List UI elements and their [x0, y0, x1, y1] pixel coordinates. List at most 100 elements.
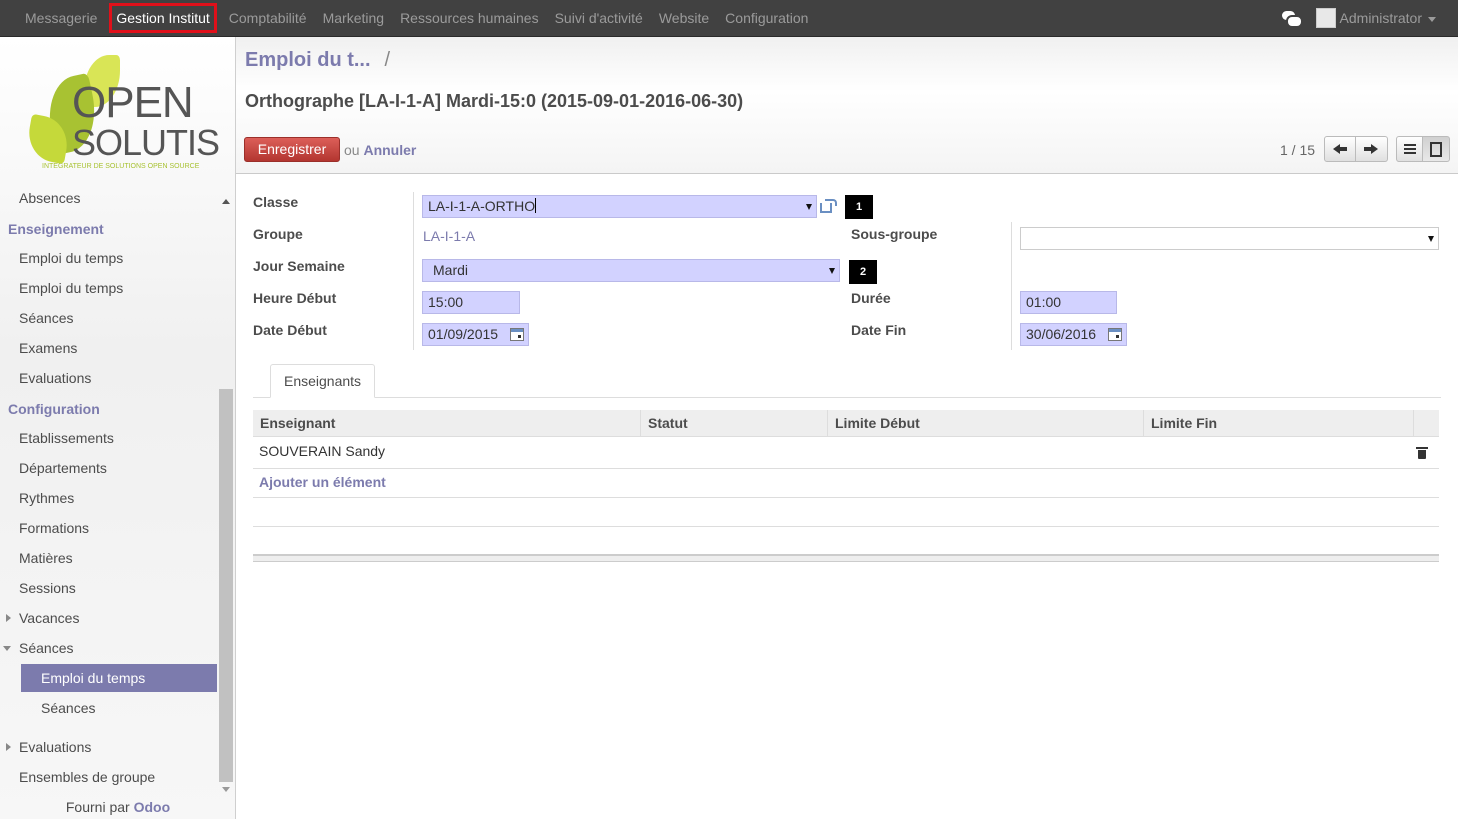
- sidebar-item-label: Séances: [19, 640, 74, 656]
- sidebar-item-emploi-du-temps-selected[interactable]: Emploi du temps: [21, 664, 217, 692]
- sidebar-item-sessions[interactable]: Sessions: [0, 573, 218, 603]
- top-menu: Messagerie Gestion Institut Comptabilité…: [17, 0, 816, 36]
- annotation-badge-1: 1: [845, 195, 873, 219]
- groupe-value[interactable]: LA-I-1-A: [423, 228, 475, 244]
- scroll-up-icon[interactable]: [222, 199, 230, 204]
- table-footer: [253, 554, 1439, 562]
- pager-counter: 1 / 15: [1280, 142, 1316, 158]
- calendar-icon[interactable]: [510, 328, 524, 341]
- sidebar-menu: Absences Enseignement Emploi du temps Em…: [0, 183, 218, 792]
- sous-groupe-select[interactable]: [1020, 227, 1439, 250]
- duree-input[interactable]: 01:00: [1020, 291, 1117, 314]
- sidebar-scrollbar[interactable]: [218, 189, 234, 799]
- enseignants-table: Enseignant Statut Limite Début Limite Fi…: [253, 410, 1439, 562]
- powered-by-label: Fourni par: [65, 799, 134, 815]
- sidebar-item-emploi-du-temps[interactable]: Emploi du temps: [0, 243, 218, 273]
- page-title: Orthographe [LA-I-1-A] Mardi-15:0 (2015-…: [245, 91, 744, 111]
- sidebar-item-label: Vacances: [19, 610, 80, 626]
- sidebar-item-seances[interactable]: Séances: [0, 303, 218, 333]
- breadcrumb-separator: /: [384, 49, 391, 71]
- annotation-badge-2: 2: [849, 260, 877, 284]
- list-view-button[interactable]: [1396, 136, 1423, 162]
- sidebar-item-matieres[interactable]: Matières: [0, 543, 218, 573]
- text-cursor: [535, 198, 537, 213]
- save-button[interactable]: Enregistrer: [244, 137, 340, 162]
- column-header-limite-debut[interactable]: Limite Début: [828, 410, 1144, 437]
- chevron-right-icon: [6, 614, 11, 622]
- column-header-limite-fin[interactable]: Limite Fin: [1144, 410, 1414, 437]
- cancel-area: ou Annuler: [344, 142, 416, 158]
- date-debut-value: 01/09/2015: [428, 326, 499, 342]
- external-link-arrow-shape: [825, 199, 837, 206]
- cancel-button[interactable]: Annuler: [363, 142, 416, 158]
- sidebar-item-absences[interactable]: Absences: [0, 183, 218, 213]
- logo-text-line1: OPEN: [72, 78, 194, 127]
- add-item-link[interactable]: Ajouter un élément: [253, 469, 1439, 498]
- logo-text-line2: SOLUTIS: [72, 122, 220, 163]
- chat-icon[interactable]: [1281, 11, 1303, 28]
- menu-marketing[interactable]: Marketing: [315, 0, 392, 36]
- sidebar-item-departements[interactable]: Départements: [0, 453, 218, 483]
- form-header: Emploi du t... / Orthographe [LA-I-1-A] M…: [236, 37, 1458, 174]
- breadcrumb-link[interactable]: Emploi du t...: [245, 49, 371, 71]
- table-row[interactable]: SOUVERAIN Sandy: [253, 437, 1439, 469]
- sidebar-item-seances-child[interactable]: Séances: [0, 693, 218, 723]
- heure-debut-input[interactable]: 15:00: [422, 291, 520, 314]
- sidebar-item-etablissements[interactable]: Etablissements: [0, 423, 218, 453]
- date-debut-input[interactable]: 01/09/2015: [422, 323, 529, 346]
- date-fin-input[interactable]: 30/06/2016: [1020, 323, 1127, 346]
- menu-suivi-activite[interactable]: Suivi d'activité: [547, 0, 651, 36]
- date-fin-value: 30/06/2016: [1026, 326, 1097, 342]
- table-header: Enseignant Statut Limite Début Limite Fi…: [253, 410, 1439, 437]
- empty-row: [253, 498, 1439, 527]
- form-view-button[interactable]: [1423, 136, 1450, 162]
- dropdown-caret-icon[interactable]: [829, 268, 835, 274]
- sidebar-item-emploi-du-temps-2[interactable]: Emploi du temps: [0, 273, 218, 303]
- odoo-link[interactable]: Odoo: [134, 799, 171, 815]
- column-header-statut[interactable]: Statut: [641, 410, 828, 437]
- sidebar-item-rythmes[interactable]: Rythmes: [0, 483, 218, 513]
- calendar-icon[interactable]: [1108, 328, 1122, 341]
- sidebar-item-evaluations[interactable]: Evaluations: [0, 363, 218, 393]
- heure-debut-label: Heure Début: [253, 290, 337, 306]
- column-divider: [1011, 222, 1012, 350]
- jour-semaine-select[interactable]: Mardi: [422, 259, 840, 282]
- sidebar-item-examens[interactable]: Examens: [0, 333, 218, 363]
- sidebar-footer: Fourni par Odoo: [0, 799, 235, 815]
- logo-tagline: INTEGRATEUR DE SOLUTIONS OPEN SOURCE: [42, 163, 200, 170]
- classe-label: Classe: [253, 194, 299, 210]
- sidebar-item-formations[interactable]: Formations: [0, 513, 218, 543]
- sidebar-item-ensembles-de-groupe[interactable]: Ensembles de groupe: [0, 762, 218, 792]
- sidebar-item-label: Evaluations: [19, 739, 92, 755]
- chevron-down-icon: [1428, 16, 1436, 22]
- dropdown-caret-icon[interactable]: [806, 204, 812, 210]
- menu-messagerie[interactable]: Messagerie: [17, 0, 105, 36]
- tab-enseignants[interactable]: Enseignants: [270, 364, 376, 398]
- sidebar: OPEN SOLUTIS INTEGRATEUR DE SOLUTIONS OP…: [0, 37, 236, 819]
- scroll-down-icon[interactable]: [222, 787, 230, 792]
- menu-comptabilite[interactable]: Comptabilité: [221, 0, 315, 36]
- sidebar-item-seances-group[interactable]: Séances: [0, 633, 218, 663]
- user-menu[interactable]: Administrator: [1340, 10, 1436, 26]
- menu-ressources-humaines[interactable]: Ressources humaines: [392, 0, 547, 36]
- dropdown-caret-icon[interactable]: [1428, 236, 1434, 242]
- external-link-icon[interactable]: [820, 199, 838, 213]
- sidebar-item-vacances[interactable]: Vacances: [0, 603, 218, 633]
- classe-select[interactable]: LA-I-1-A-ORTHO: [422, 195, 817, 218]
- scrollbar-thumb[interactable]: [219, 389, 233, 782]
- sidebar-item-evaluations-group[interactable]: Evaluations: [0, 732, 218, 762]
- trash-icon[interactable]: [1416, 447, 1428, 459]
- column-divider: [413, 192, 414, 350]
- menu-gestion-institut[interactable]: Gestion Institut: [109, 3, 217, 33]
- next-record-button[interactable]: [1356, 136, 1388, 162]
- menu-configuration[interactable]: Configuration: [717, 0, 816, 36]
- user-name: Administrator: [1339, 10, 1422, 26]
- avatar[interactable]: [1315, 8, 1336, 28]
- company-logo: OPEN SOLUTIS INTEGRATEUR DE SOLUTIONS OP…: [24, 55, 220, 175]
- previous-record-button[interactable]: [1324, 136, 1356, 162]
- notebook-tabs: Enseignants: [253, 364, 1441, 398]
- menu-website[interactable]: Website: [651, 0, 717, 36]
- groupe-label: Groupe: [253, 226, 303, 242]
- or-label: ou: [344, 142, 364, 158]
- column-header-enseignant[interactable]: Enseignant: [253, 410, 641, 437]
